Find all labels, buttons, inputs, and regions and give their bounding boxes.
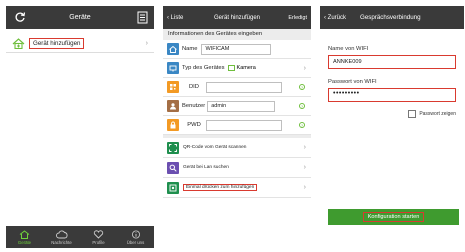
lock-icon — [167, 119, 179, 131]
qr-scan-icon — [167, 141, 179, 154]
user-icon — [167, 100, 179, 112]
back-label: Zurück — [327, 14, 347, 21]
user-field[interactable]: admin — [207, 100, 276, 112]
did-row: DID ? — [163, 78, 311, 97]
home-icon — [19, 229, 30, 239]
lan-search-button[interactable]: Gerät bei Lan suchen › — [163, 158, 311, 178]
pwd-row: PWD ? — [163, 116, 311, 135]
show-password-checkbox[interactable] — [408, 110, 417, 118]
user-label: Benutzer — [182, 103, 206, 109]
name-label: Name — [182, 46, 198, 52]
one-click-add-button[interactable]: Einmal drücken zum hinzufügen › — [163, 178, 311, 198]
devices-titlebar: Geräte — [6, 6, 154, 29]
one-click-icon — [167, 181, 179, 194]
tab-devices[interactable]: Geräte — [6, 226, 43, 248]
wifi-name-label: Name von WIFI — [328, 46, 369, 52]
wifi-password-field[interactable]: ••••••••• — [328, 88, 456, 102]
type-checkbox[interactable] — [227, 65, 235, 71]
lan-search-label: Gerät bei Lan suchen — [183, 165, 229, 170]
start-configuration-button[interactable]: Konfiguration starten — [328, 209, 459, 225]
name-row: Name WIFICAM — [163, 40, 311, 59]
list-icon[interactable] — [137, 11, 148, 24]
tab-label: Geräte — [17, 239, 32, 245]
pwd-label: PWD — [187, 122, 201, 128]
wifi-titlebar: ‹ Zurück Gesprächsverbindung — [320, 6, 464, 29]
tab-label: Über uns — [126, 239, 145, 245]
add-device-titlebar: ‹ Liste Gerät hinzufügen Erledigt — [163, 6, 311, 29]
tab-about[interactable]: Über uns — [117, 226, 154, 248]
info-icon — [131, 229, 140, 239]
help-icon[interactable]: ? — [299, 84, 305, 90]
type-row[interactable]: Typ des Gerätes Kamera › — [163, 59, 311, 78]
wifi-password-label: Passwort von WIFI — [328, 79, 377, 85]
user-row: Benutzer admin ? — [163, 97, 311, 116]
search-icon — [167, 161, 179, 174]
add-device-label: Gerät hinzufügen — [29, 38, 85, 49]
tab-messages[interactable]: Nachrichte — [43, 226, 80, 248]
chevron-right-icon: › — [303, 164, 306, 171]
chevron-right-icon: › — [145, 40, 148, 47]
name-field[interactable]: WIFICAM — [201, 43, 272, 55]
show-password-toggle[interactable]: Passwort zeigen — [320, 110, 456, 118]
home-icon — [167, 43, 179, 55]
help-icon[interactable]: ? — [299, 122, 305, 128]
add-device-row[interactable]: Gerät hinzufügen › — [6, 35, 154, 53]
wifi-config-screen: ‹ Zurück Gesprächsverbindung Name von WI… — [320, 6, 464, 248]
pwd-field[interactable] — [206, 119, 282, 131]
device-type-icon — [167, 62, 179, 74]
home-plus-icon — [12, 38, 25, 49]
one-click-label: Einmal drücken zum hinzufügen — [183, 184, 258, 191]
chevron-right-icon: › — [303, 184, 306, 191]
add-device-screen: ‹ Liste Gerät hinzufügen Erledigt Inform… — [163, 6, 311, 248]
section-header: Informationen des Gerätes eingeben — [163, 29, 311, 40]
cloud-icon — [55, 230, 68, 238]
devices-screen: Geräte Gerät hinzufügen › Geräte Nachric… — [6, 6, 154, 248]
chevron-right-icon: › — [303, 144, 306, 151]
page-title: Geräte — [69, 14, 91, 21]
type-option: Kamera — [236, 65, 256, 71]
tab-profile[interactable]: Profile — [80, 226, 117, 248]
did-label: DID — [189, 84, 199, 90]
done-button[interactable]: Erledigt — [288, 15, 307, 21]
scan-qr-label: QR-Code vom Gerät scannen — [183, 145, 247, 150]
heart-icon — [93, 229, 104, 239]
tab-label: Nachrichte — [51, 239, 72, 245]
show-password-label: Passwort zeigen — [419, 111, 456, 117]
chevron-right-icon: › — [303, 64, 306, 72]
scan-qr-button[interactable]: QR-Code vom Gerät scannen › — [163, 138, 311, 158]
start-configuration-label: Konfiguration starten — [362, 212, 425, 222]
qr-code-icon — [167, 81, 179, 93]
wifi-name-field[interactable]: ANNKE009 — [328, 55, 456, 69]
type-label: Typ des Gerätes — [182, 65, 225, 71]
back-button[interactable]: ‹ Zurück — [324, 15, 346, 21]
tab-label: Profile — [92, 239, 105, 245]
help-icon[interactable]: ? — [299, 103, 305, 109]
bottom-tab-bar: Geräte Nachrichte Profile Über uns — [6, 226, 154, 248]
did-field[interactable] — [206, 81, 282, 93]
page-title: Gesprächsverbindung — [360, 14, 421, 21]
